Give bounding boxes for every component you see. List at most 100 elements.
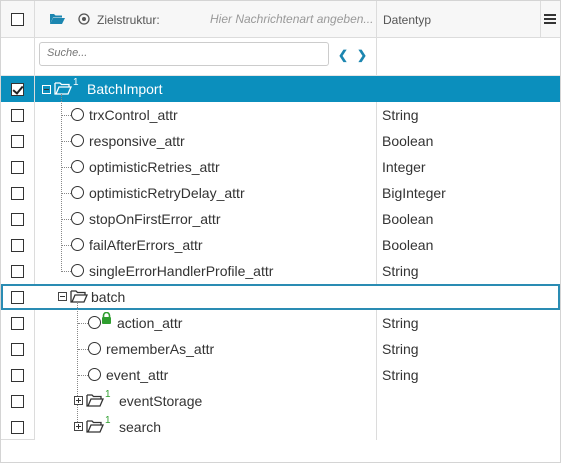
row-checkbox-cell [1, 258, 35, 284]
type-divider [376, 388, 377, 414]
row-checkbox[interactable] [11, 109, 24, 122]
tree-row[interactable]: event_attr String [1, 362, 560, 388]
type-divider [376, 76, 377, 102]
datatype-column-header[interactable]: Datentyp [383, 13, 431, 27]
node-label: action_attr [117, 315, 183, 331]
tree-connector [62, 167, 71, 168]
attribute-node-icon [88, 316, 101, 329]
type-divider [376, 258, 377, 284]
collapse-toggle[interactable] [58, 292, 67, 301]
row-checkbox-cell [1, 76, 35, 102]
collapse-toggle[interactable] [42, 85, 51, 94]
row-checkbox-cell [1, 336, 35, 362]
attribute-node-icon [71, 108, 84, 121]
folder-open-icon[interactable] [49, 13, 65, 25]
search-box[interactable] [39, 42, 329, 66]
tree-row[interactable]: singleErrorHandlerProfile_attr String [1, 258, 560, 284]
tree-row[interactable]: trxControl_attr String [1, 102, 560, 128]
row-checkbox-cell [1, 362, 35, 388]
row-checkbox[interactable] [11, 421, 24, 434]
target-icon[interactable] [78, 13, 90, 25]
folder-open-icon [70, 290, 88, 303]
row-checkbox[interactable] [11, 161, 24, 174]
node-label: search [119, 419, 162, 435]
node-datatype: String [382, 341, 419, 357]
type-divider [376, 336, 377, 362]
chevron-left-icon[interactable]: ❮ [338, 48, 348, 62]
tree-connector [62, 193, 71, 194]
tree-row[interactable]: optimisticRetryDelay_attr BigInteger [1, 180, 560, 206]
row-checkbox-cell [1, 414, 35, 440]
tree-connector [62, 271, 71, 272]
expand-toggle[interactable] [74, 396, 83, 405]
row-checkbox[interactable] [11, 291, 24, 304]
chevron-right-icon[interactable]: ❯ [357, 48, 367, 62]
node-label: eventStorage [119, 393, 203, 409]
row-checkbox[interactable] [11, 135, 24, 148]
node-datatype: Integer [382, 159, 426, 175]
attribute-node-icon [71, 160, 84, 173]
row-checkbox[interactable] [11, 343, 24, 356]
row-checkbox-cell [1, 388, 35, 414]
row-checkbox-cell [1, 154, 35, 180]
search-input[interactable] [40, 43, 317, 63]
column-menu-button[interactable] [541, 1, 560, 37]
header-type-column: Datentyp [377, 1, 541, 37]
node-datatype: Boolean [382, 133, 434, 149]
row-checkbox[interactable] [11, 239, 24, 252]
tree-row[interactable]: action_attr String [1, 310, 560, 336]
row-checkbox[interactable] [11, 83, 24, 96]
folder-open-icon [86, 394, 104, 407]
node-datatype: BigInteger [382, 185, 446, 201]
node-label: batch [91, 289, 126, 305]
type-divider [376, 206, 377, 232]
tree-row-batch[interactable]: batch [1, 284, 560, 310]
target-message-type-input[interactable]: Hier Nachrichtenart angeben... [210, 12, 400, 26]
expand-toggle[interactable] [74, 422, 83, 431]
row-checkbox-cell [1, 284, 34, 310]
select-all-checkbox[interactable] [11, 13, 24, 26]
occurrence-badge: 1 [73, 77, 79, 88]
menu-icon[interactable] [544, 14, 556, 24]
row-checkbox[interactable] [11, 265, 24, 278]
node-datatype: String [382, 315, 419, 331]
attribute-node-icon [71, 238, 84, 251]
row-checkbox-cell [1, 206, 35, 232]
tree-row[interactable]: failAfterErrors_attr Boolean [1, 232, 560, 258]
tree-connector [78, 349, 88, 350]
tree-row[interactable]: optimisticRetries_attr Integer [1, 154, 560, 180]
type-divider [376, 362, 377, 388]
tree-connector [62, 141, 71, 142]
tree-row[interactable]: stopOnFirstError_attr Boolean [1, 206, 560, 232]
row-checkbox[interactable] [11, 213, 24, 226]
header-checkbox-cell [1, 1, 35, 37]
row-checkbox[interactable] [11, 369, 24, 382]
node-label: failAfterErrors_attr [89, 237, 203, 253]
tree-row[interactable]: rememberAs_attr String [1, 336, 560, 362]
checkbox-column-bottom-border [1, 439, 34, 440]
tree-row-batchimport[interactable]: 1 BatchImport [1, 76, 560, 102]
attribute-node-icon [71, 186, 84, 199]
type-divider [376, 310, 377, 336]
row-checkbox-cell [1, 232, 35, 258]
type-divider [376, 414, 377, 440]
search-row-type-divider [376, 38, 377, 75]
row-checkbox-cell [1, 102, 35, 128]
node-datatype: Boolean [382, 211, 434, 227]
search-row-checkbox-cell [1, 38, 35, 75]
tree-connector [62, 219, 71, 220]
target-structure-label: Zielstruktur: [97, 13, 160, 27]
tree-connector [78, 323, 88, 324]
occurrence-badge: 1 [105, 389, 111, 400]
row-checkbox[interactable] [11, 187, 24, 200]
node-label: rememberAs_attr [106, 341, 215, 357]
tree-row[interactable]: 1 search [1, 414, 560, 440]
tree-row[interactable]: responsive_attr Boolean [1, 128, 560, 154]
mapping-tree-panel: Zielstruktur: Hier Nachrichtenart angebe… [0, 0, 561, 463]
tree-row[interactable]: 1 eventStorage [1, 388, 560, 414]
node-label: stopOnFirstError_attr [89, 211, 221, 227]
folder-open-icon [54, 82, 72, 95]
row-checkbox[interactable] [11, 395, 24, 408]
row-checkbox[interactable] [11, 317, 24, 330]
occurrence-badge: 1 [105, 415, 111, 426]
